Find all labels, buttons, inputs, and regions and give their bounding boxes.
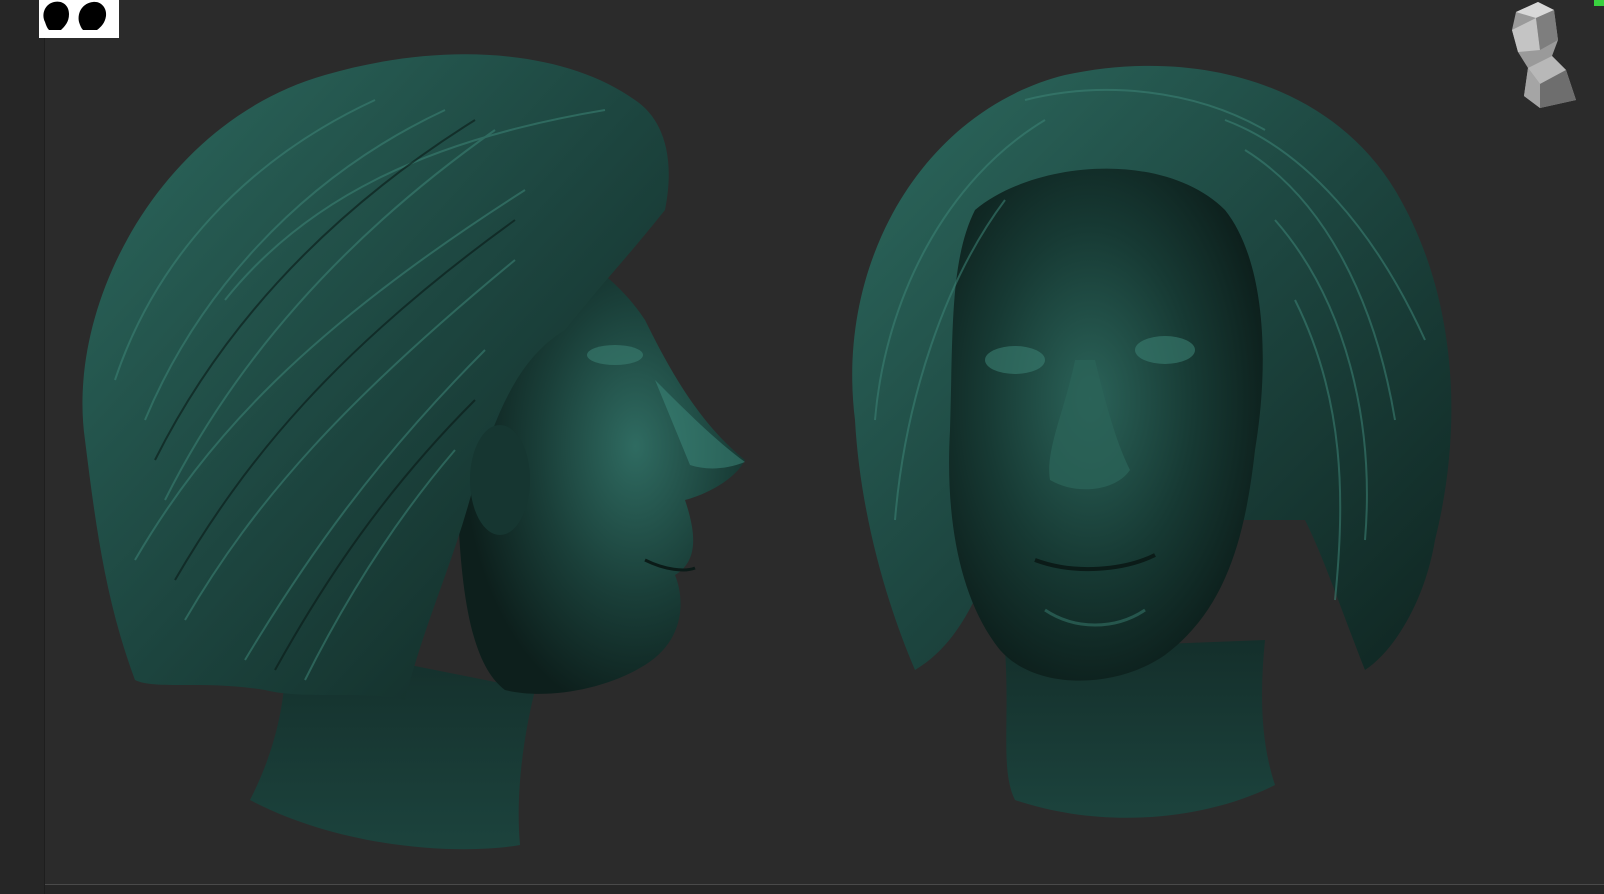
head-front-model[interactable] — [852, 65, 1452, 818]
status-indicator — [1594, 0, 1604, 6]
head-silhouettes-icon — [43, 1, 107, 31]
profile-ear — [470, 425, 530, 535]
zbrush-window — [0, 0, 1604, 894]
profile-eye — [587, 345, 643, 365]
orientation-navigator[interactable] — [1506, 0, 1580, 110]
left-tool-shelf — [0, 0, 45, 894]
sculpt-canvas[interactable] — [45, 0, 1604, 884]
front-right-eye — [1135, 336, 1195, 364]
head-orientation-icon — [1512, 2, 1576, 108]
front-left-eye — [985, 346, 1045, 374]
head-profile-model[interactable] — [82, 54, 745, 850]
document-thumbnail[interactable] — [39, 0, 119, 38]
bottom-tray — [45, 884, 1604, 894]
